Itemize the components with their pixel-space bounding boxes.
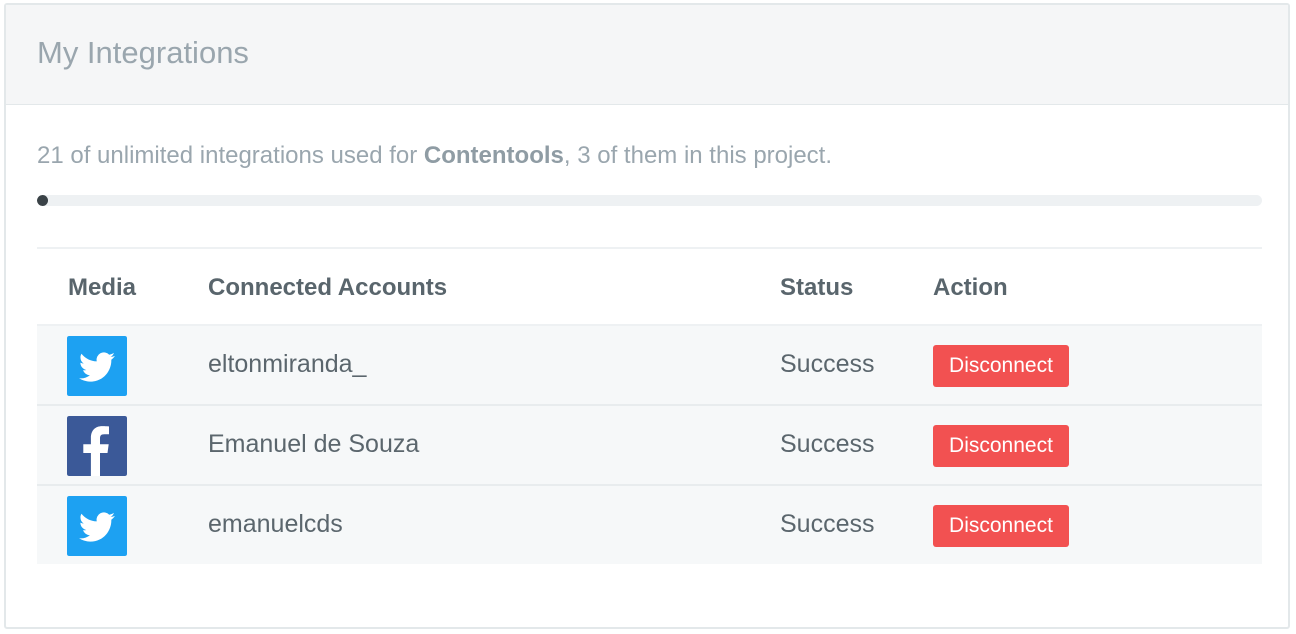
usage-summary: 21 of unlimited integrations used for Co… <box>37 142 832 170</box>
column-header-status: Status <box>780 274 854 301</box>
column-header-accounts: Connected Accounts <box>208 274 448 301</box>
table-header: Media Connected Accounts Status Action <box>37 249 1262 326</box>
status-text: Success <box>780 510 875 538</box>
integrations-panel: My Integrations 21 of unlimited integrat… <box>4 3 1290 629</box>
usage-progress-fill <box>37 195 48 206</box>
facebook-icon <box>67 416 127 476</box>
account-name: eltonmiranda_ <box>208 350 367 378</box>
column-header-action: Action <box>933 274 1008 301</box>
account-name: Emanuel de Souza <box>208 430 420 458</box>
column-header-media: Media <box>68 274 137 301</box>
disconnect-button[interactable]: Disconnect <box>933 425 1069 467</box>
usage-progress-bar <box>37 195 1262 206</box>
table-row: emanuelcds Success Disconnect <box>37 486 1262 564</box>
integrations-table: Media Connected Accounts Status Action e… <box>37 247 1262 564</box>
status-text: Success <box>780 350 875 378</box>
disconnect-button[interactable]: Disconnect <box>933 505 1069 547</box>
table-row: eltonmiranda_ Success Disconnect <box>37 326 1262 406</box>
account-name: emanuelcds <box>208 510 343 538</box>
status-text: Success <box>780 430 875 458</box>
twitter-icon <box>67 496 127 556</box>
project-name: Contentools <box>423 142 564 169</box>
table-row: Emanuel de Souza Success Disconnect <box>37 406 1262 486</box>
twitter-icon <box>67 336 127 396</box>
disconnect-button[interactable]: Disconnect <box>933 345 1069 387</box>
usage-text-before: 21 of unlimited integrations used for <box>37 142 424 169</box>
table-body: eltonmiranda_ Success Disconnect Emanuel… <box>37 326 1262 564</box>
page-title: My Integrations <box>37 34 249 70</box>
panel-header: My Integrations <box>6 5 1288 105</box>
usage-text-after: , 3 of them in this project. <box>563 142 833 169</box>
